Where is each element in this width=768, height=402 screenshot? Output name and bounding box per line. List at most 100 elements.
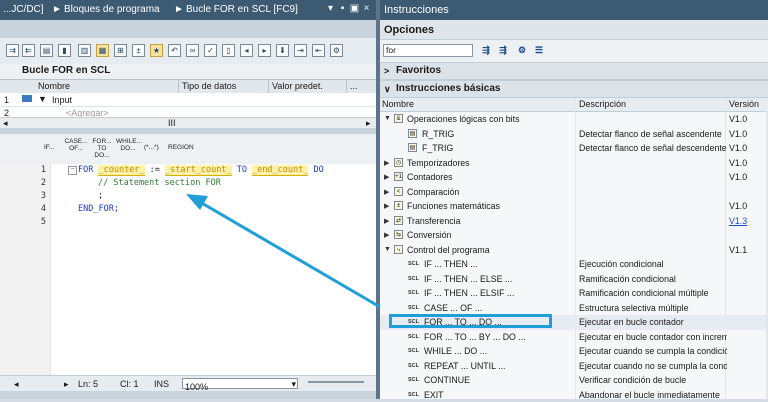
instruction-row[interactable]: ▶◷TemporizadoresV1.0 bbox=[380, 156, 768, 171]
col-valor[interactable]: Valor predet. bbox=[272, 81, 323, 91]
scl-icon: SCL bbox=[408, 363, 419, 369]
instruction-description: Ejecutar en bucle contador bbox=[579, 317, 727, 327]
bookmark-icon[interactable]: ▯ bbox=[222, 44, 235, 57]
collapse-icon[interactable]: ▼ bbox=[384, 115, 391, 122]
instruction-name: Control del programa bbox=[407, 245, 490, 255]
insert-icon[interactable]: ± bbox=[132, 44, 145, 57]
for-statement-button[interactable]: FOR... TO DO... bbox=[90, 138, 114, 159]
instruction-row[interactable]: ▶±Funciones matemáticasV1.0 bbox=[380, 199, 768, 214]
code-line-4: END_FOR; bbox=[78, 204, 119, 214]
col-nombre[interactable]: Nombre bbox=[38, 81, 70, 91]
settings-icon[interactable]: ⚙ bbox=[330, 44, 343, 57]
instruction-row[interactable]: ▶+1ContadoresV1.0 bbox=[380, 170, 768, 185]
if-statement-button[interactable]: IF... bbox=[44, 144, 54, 151]
instruction-name: WHILE ... DO ... bbox=[424, 346, 487, 356]
undo-icon[interactable]: ↶ bbox=[168, 44, 181, 57]
comment-icon[interactable]: ∞ bbox=[186, 44, 199, 57]
instruction-description: Abandonar el bucle inmediatamente bbox=[579, 390, 727, 400]
instruction-row[interactable]: ▤R_TRIGDetectar flanco de señal ascenden… bbox=[380, 127, 768, 142]
expand-icon[interactable]: ▶ bbox=[384, 159, 389, 167]
instruction-row[interactable]: ▼⤷Control del programaV1.1 bbox=[380, 243, 768, 258]
instruction-row[interactable]: SCLCASE ... OF ...Estructura selectiva m… bbox=[380, 301, 768, 316]
expand-icon[interactable]: ▶ bbox=[384, 231, 389, 239]
zoom-slider[interactable] bbox=[308, 381, 364, 383]
instruction-row[interactable]: SCLCONTINUEVerificar condición de bucle bbox=[380, 373, 768, 388]
col-tipo[interactable]: Tipo de datos bbox=[182, 81, 236, 91]
col-name[interactable]: Nombre bbox=[382, 99, 414, 109]
case-statement-button[interactable]: CASE... OF... bbox=[64, 138, 88, 152]
instruction-row[interactable]: SCLFOR ... TO ... BY ... DO ...Ejecutar … bbox=[380, 330, 768, 345]
network-view-icon[interactable]: ▥ bbox=[78, 44, 91, 57]
instruction-row[interactable]: SCLIF ... THEN ... ELSE ...Ramificación … bbox=[380, 272, 768, 287]
filter-icon[interactable]: ⚙ bbox=[516, 45, 528, 56]
interface-row[interactable]: 1 ▼ Input bbox=[0, 93, 376, 107]
instruction-row[interactable]: ▤F_TRIGDetectar flanco de señal descende… bbox=[380, 141, 768, 156]
breadcrumb-device[interactable]: ...JC/DC] bbox=[3, 4, 44, 15]
instruction-row[interactable]: SCLIF ... THEN ...Ejecución condicional bbox=[380, 257, 768, 272]
expand-icon[interactable]: ▶ bbox=[384, 202, 389, 210]
line-number: 3 bbox=[26, 191, 46, 201]
search-previous-icon[interactable]: ⇶ bbox=[497, 45, 509, 56]
previous-bookmark-icon[interactable]: ◂ bbox=[240, 44, 253, 57]
interface-row[interactable]: 2 <Agregar> bbox=[0, 107, 376, 117]
monitor-icon[interactable]: ▮ bbox=[58, 44, 71, 57]
instruction-description: Ramificación condicional múltiple bbox=[579, 288, 727, 298]
col-version[interactable]: Versión bbox=[729, 99, 759, 109]
instruction-description: Ejecutar cuando no se cumpla la condició… bbox=[579, 361, 727, 371]
expand-icon[interactable]: ▶ bbox=[384, 173, 389, 181]
chevron-right-icon: > bbox=[384, 63, 389, 79]
end-placeholder: _end_count_ bbox=[252, 165, 308, 176]
insert-row-icon[interactable]: ▤ bbox=[40, 44, 53, 57]
instruction-version[interactable]: V1.3 bbox=[729, 216, 747, 226]
block-view-icon[interactable]: ▦ bbox=[96, 44, 109, 57]
restore-icon[interactable]: ▪ bbox=[337, 3, 348, 14]
scl-icon: SCL bbox=[408, 305, 419, 311]
column-indicator: Cl: 1 bbox=[120, 379, 139, 389]
col-description[interactable]: Descripción bbox=[579, 99, 626, 109]
uncomment-icon[interactable]: ✓ bbox=[204, 44, 217, 57]
insert-network-icon[interactable]: ⇉ bbox=[6, 44, 19, 57]
comment-statement-button[interactable]: (*...*) bbox=[144, 144, 159, 151]
editor-toolbar: ⇉ ⇇ ▤ ▮ ▥ ▦ ⊞ ± ★ ↶ ∞ ✓ ▯ ◂ ▸ ⬇ ⇥ ⇤ ⚙ bbox=[0, 38, 376, 65]
instruction-row[interactable]: SCLEXITAbandonar el bucle inmediatamente bbox=[380, 388, 768, 402]
breadcrumb-blocks[interactable]: Bloques de programa bbox=[64, 4, 160, 15]
instruction-row[interactable]: ▶<Comparación bbox=[380, 185, 768, 200]
instruction-description: Verificar condición de bucle bbox=[579, 375, 727, 385]
minimize-icon[interactable]: ▾ bbox=[325, 3, 336, 14]
editor-title-bar: ...JC/DC] ► Bloques de programa ► Bucle … bbox=[0, 0, 376, 20]
expand-icon[interactable]: ⊞ bbox=[114, 44, 127, 57]
basicas-section[interactable]: ∨Instrucciones básicas bbox=[380, 80, 768, 98]
region-statement-button[interactable]: REGION bbox=[168, 144, 194, 151]
maximize-icon[interactable]: ▣ bbox=[349, 3, 360, 14]
instruction-row[interactable]: ▶⇄TransferenciaV1.3 bbox=[380, 214, 768, 229]
instruction-description: Estructura selectiva múltiple bbox=[579, 303, 727, 313]
search-input[interactable]: for bbox=[383, 44, 473, 57]
scl-code-editor[interactable]: 1 2 3 4 5 − FOR _counter_ := _start_coun… bbox=[0, 164, 376, 375]
delete-network-icon[interactable]: ⇇ bbox=[22, 44, 35, 57]
instruction-row[interactable]: ▼&Operaciones lógicas con bitsV1.0 bbox=[380, 112, 768, 127]
next-bookmark-icon[interactable]: ▸ bbox=[258, 44, 271, 57]
while-statement-button[interactable]: WHILE... DO... bbox=[116, 138, 140, 152]
instruction-row[interactable]: SCLWHILE ... DO ...Ejecutar cuando se cu… bbox=[380, 344, 768, 359]
editor-status-bar: ◂ ▸ Ln: 5 Cl: 1 INS 100%▾ bbox=[0, 375, 376, 392]
outdent-icon[interactable]: ⇤ bbox=[312, 44, 325, 57]
collapse-icon[interactable]: ▼ bbox=[384, 246, 391, 253]
expand-icon[interactable]: ▶ bbox=[384, 217, 389, 225]
options-icon[interactable]: ☰ bbox=[533, 45, 545, 56]
expand-icon[interactable]: ▶ bbox=[384, 188, 389, 196]
instruction-name: Transferencia bbox=[407, 216, 460, 226]
convert-icon: ⇆ bbox=[394, 230, 403, 239]
favoritos-section[interactable]: >Favoritos bbox=[380, 62, 768, 80]
instruction-row[interactable]: SCLIF ... THEN ... ELSIF ...Ramificación… bbox=[380, 286, 768, 301]
favorite-icon[interactable]: ★ bbox=[150, 44, 163, 57]
instruction-row[interactable]: ▶⇆Conversión bbox=[380, 228, 768, 243]
close-icon[interactable]: × bbox=[361, 3, 372, 14]
search-next-icon[interactable]: ⇶ bbox=[480, 45, 492, 56]
instruction-row[interactable]: SCLREPEAT ... UNTIL ...Ejecutar cuando n… bbox=[380, 359, 768, 374]
fold-toggle-icon[interactable]: − bbox=[68, 166, 77, 175]
breadcrumb-block[interactable]: Bucle FOR en SCL [FC9] bbox=[186, 4, 298, 15]
zoom-select[interactable]: 100%▾ bbox=[182, 378, 298, 389]
download-icon[interactable]: ⬇ bbox=[276, 44, 289, 57]
indent-icon[interactable]: ⇥ bbox=[294, 44, 307, 57]
options-header[interactable]: Opciones bbox=[380, 20, 768, 40]
